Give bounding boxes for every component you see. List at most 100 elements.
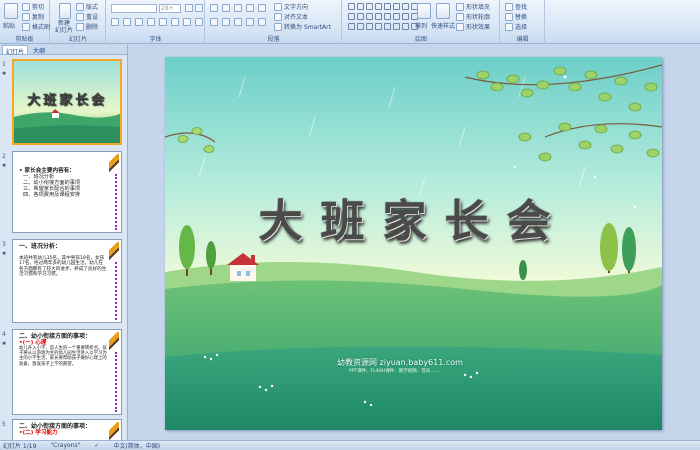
list-buttons (210, 4, 266, 12)
reset-button[interactable]: 重设 (76, 12, 98, 21)
shadow-icon[interactable] (159, 18, 167, 26)
copy-button[interactable]: 复制 (22, 12, 44, 21)
cursor-icon (505, 22, 513, 31)
copy-icon (22, 12, 30, 21)
watermark-subtext: PPT课件、FLASH课件、教学视频、音乐…… (349, 369, 440, 374)
font-format-buttons (111, 18, 203, 26)
shrink-font-button[interactable] (195, 4, 203, 12)
strikethrough-icon[interactable] (147, 18, 155, 26)
slide-thumbnail[interactable]: 一、班况分析： 本班共有幼儿35名，其中男孩18名，女孩17名。经过两年多的幼儿… (12, 239, 122, 323)
slide-thumbnail-row[interactable]: 5 二、幼小衔接方面的事项： •(二) 学习能力 (0, 419, 128, 441)
bold-icon[interactable] (111, 18, 119, 26)
align-text-button[interactable]: 对齐文本 (274, 12, 308, 21)
smartart-button[interactable]: 转换为 SmartArt (274, 22, 331, 31)
fill-icon (456, 2, 464, 11)
slide-number: 5 (2, 421, 6, 428)
shapes-gallery-row2[interactable] (347, 13, 419, 22)
columns-icon[interactable] (258, 18, 266, 26)
transition-icon: ✱ (2, 71, 7, 77)
shapes-gallery[interactable] (347, 3, 419, 12)
slide-thumbnail[interactable]: • 家长会主要内容有： 一、班况分析 二、幼小衔接方面的事项 三、希望家长配合的… (12, 151, 122, 233)
slide-number: 3 (2, 241, 6, 248)
numbering-icon[interactable] (222, 4, 230, 12)
select-button[interactable]: 选择 (505, 22, 527, 31)
format-painter-button[interactable]: 格式刷 (22, 22, 50, 31)
slide-thumbnail-row[interactable]: 4 ✱ 二、幼小衔接方面的事项： •(一) 心理 幼儿升入小学，是人生的一个重要… (0, 329, 128, 417)
shape-fill-button[interactable]: 形状填充 (456, 2, 490, 11)
font-group-label: 字体 (149, 36, 162, 43)
bullets-icon[interactable] (210, 4, 218, 12)
increase-indent-icon[interactable] (246, 4, 254, 12)
slide-thumbnail-row[interactable]: 1 ✱ 大班家长会 (0, 59, 128, 147)
clipboard-group: 粘贴 剪切 复制 格式刷 剪贴板 (0, 0, 50, 44)
paragraph-group-label: 段落 (267, 36, 280, 43)
slide-thumbnail[interactable]: 二、幼小衔接方面的事项： •(二) 学习能力 (12, 419, 122, 441)
arrange-icon[interactable] (417, 3, 431, 19)
align-left-icon[interactable] (210, 18, 218, 26)
slides-group: 新建 幻灯片 版式 重设 删除 幻灯片 (51, 0, 106, 44)
transition-icon: ✱ (2, 341, 7, 347)
grow-font-button[interactable] (185, 4, 193, 12)
quick-styles-button[interactable]: 快速样式 (431, 21, 455, 30)
decrease-indent-icon[interactable] (234, 4, 242, 12)
theme-name: "Crayons" (50, 441, 81, 449)
delete-button[interactable]: 删除 (76, 22, 98, 31)
new-slide-icon[interactable] (59, 3, 71, 19)
find-button[interactable]: 查找 (505, 2, 527, 11)
paragraph-group: 文字方向 对齐文本 转换为 SmartArt 段落 (206, 0, 342, 44)
smartart-icon (274, 22, 282, 31)
thumbnail-body: 幼儿升入小学，是人生的一个重要转折点。孩子将从以游戏为主的幼儿园生活进入以学习为… (19, 346, 107, 367)
slide-thumbnail[interactable]: 二、幼小衔接方面的事项： •(一) 心理 幼儿升入小学，是人生的一个重要转折点。… (12, 329, 122, 415)
ribbon: 粘贴 剪切 复制 格式刷 剪贴板 新建 幻灯片 版式 重设 删除 幻灯片 28+ … (0, 0, 700, 44)
thumbnail-heading: 一、班况分析： (19, 243, 62, 250)
drawing-group-label: 绘图 (414, 36, 427, 43)
italic-icon[interactable] (123, 18, 131, 26)
new-slide-button[interactable]: 新建 幻灯片 (55, 20, 73, 34)
slide-number: 1 (2, 61, 6, 68)
font-name-select[interactable] (111, 4, 157, 13)
slides-pane: 幻灯片 大纲 1 ✱ 大班家长会 2 ✱ • 家长会主要内容有： 一、班况分析 … (0, 45, 128, 441)
font-color-icon[interactable] (195, 18, 203, 26)
align-right-icon[interactable] (234, 18, 242, 26)
line-spacing-icon[interactable] (258, 4, 266, 12)
layout-button[interactable]: 版式 (76, 2, 98, 11)
shape-effects-button[interactable]: 形状效果 (456, 22, 490, 31)
crayon-line (113, 262, 117, 320)
slides-group-label: 幻灯片 (68, 36, 87, 43)
shape-outline-button[interactable]: 形状轮廓 (456, 12, 490, 21)
paste-button[interactable]: 粘贴 (3, 21, 15, 30)
align-center-icon[interactable] (222, 18, 230, 26)
quick-styles-icon[interactable] (436, 3, 450, 19)
scissors-icon (22, 2, 30, 11)
slide-thumbnail-row[interactable]: 3 ✱ 一、班况分析： 本班共有幼儿35名，其中男孩18名，女孩17名。经过两年… (0, 239, 128, 325)
editing-group: 查找 替换 选择 编辑 (501, 0, 545, 44)
shapes-gallery-row3[interactable] (347, 23, 419, 32)
brush-icon (22, 22, 30, 31)
slide-thumbnail[interactable]: 大班家长会 (12, 59, 122, 145)
paste-icon[interactable] (4, 3, 18, 19)
tab-outline[interactable]: 大纲 (30, 45, 48, 55)
slide-thumbnail-row[interactable]: 2 ✱ • 家长会主要内容有： 一、班况分析 二、幼小衔接方面的事项 三、希望家… (0, 151, 128, 235)
current-slide[interactable]: 大班家长会 幼教资源网 ziyuan.baby611.com PPT课件、FLA… (165, 57, 662, 430)
text-direction-button[interactable]: 文字方向 (274, 2, 308, 11)
slide-canvas: 大班家长会 幼教资源网 ziyuan.baby611.com PPT课件、FLA… (129, 45, 700, 440)
font-group: 28+ 字体 (107, 0, 205, 44)
font-size-select[interactable]: 28+ (159, 4, 181, 13)
arrange-button[interactable]: 排列 (415, 21, 427, 30)
justify-icon[interactable] (246, 18, 254, 26)
tab-slides[interactable]: 幻灯片 (2, 45, 29, 56)
replace-icon (505, 12, 513, 21)
binoculars-icon (505, 2, 513, 11)
spellcheck-icon[interactable]: ✓ (94, 442, 99, 449)
replace-button[interactable]: 替换 (505, 12, 527, 21)
spacing-icon[interactable] (171, 18, 179, 26)
slide-title[interactable]: 大班家长会 (165, 185, 662, 249)
editing-group-label: 编辑 (516, 36, 529, 43)
thumbnail-body: 本班共有幼儿35名，其中男孩18名，女孩17名。经过两年多的幼儿园生活，幼儿在各… (19, 256, 107, 278)
cut-button[interactable]: 剪切 (22, 2, 44, 11)
language-indicator[interactable]: 中文(简体，中国) (113, 441, 160, 450)
underline-icon[interactable] (135, 18, 143, 26)
outline-icon (456, 12, 464, 21)
case-icon[interactable] (183, 18, 191, 26)
crayon-icon (109, 332, 119, 350)
